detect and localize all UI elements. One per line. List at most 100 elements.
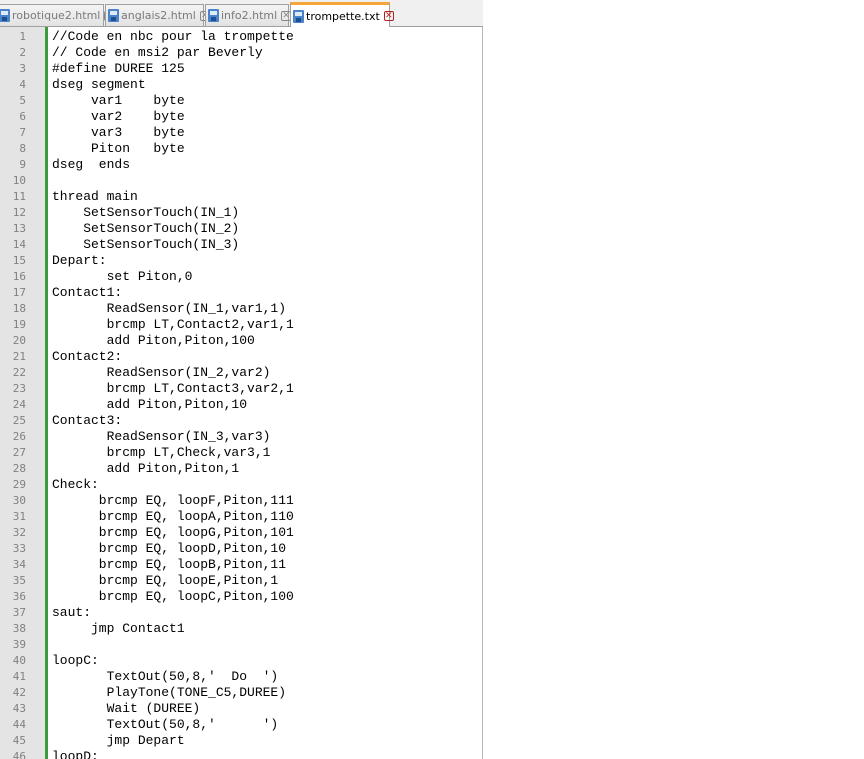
line-number: 27: [12, 446, 26, 459]
code-line[interactable]: Piton byte: [52, 141, 185, 157]
code-line[interactable]: TextOut(50,8,' Do '): [52, 669, 279, 685]
code-line[interactable]: jmp Depart: [52, 733, 185, 749]
tab-label: anglais2.html: [121, 9, 196, 22]
code-line[interactable]: SetSensorTouch(IN_3): [52, 237, 239, 253]
line-number: 8: [19, 142, 26, 155]
line-number: 24: [12, 398, 26, 411]
tab-label: info2.html: [221, 9, 278, 22]
line-number: 20: [12, 334, 26, 347]
line-number: 42: [12, 686, 26, 699]
tab-bar: robotique2.html ✕ anglais2.html ✕ info2.…: [0, 0, 483, 27]
save-file-icon: [293, 9, 304, 23]
code-line[interactable]: add Piton,Piton,10: [52, 397, 247, 413]
line-number: 38: [12, 622, 26, 635]
code-line[interactable]: brcmp EQ, loopA,Piton,110: [52, 509, 294, 525]
code-line[interactable]: SetSensorTouch(IN_1): [52, 205, 239, 221]
line-number: 23: [12, 382, 26, 395]
code-line[interactable]: Contact2:: [52, 349, 122, 365]
code-line[interactable]: #define DUREE 125: [52, 61, 185, 77]
line-number: 32: [12, 526, 26, 539]
tab-info2[interactable]: info2.html ✕: [205, 4, 292, 26]
line-number: 4: [19, 78, 26, 91]
code-line[interactable]: brcmp EQ, loopC,Piton,100: [52, 589, 294, 605]
line-number: 10: [12, 174, 26, 187]
code-line[interactable]: Wait (DUREE): [52, 701, 201, 717]
line-number: 33: [12, 542, 26, 555]
code-line[interactable]: dseg ends: [52, 157, 130, 173]
tab-label: robotique2.html: [12, 9, 101, 22]
line-number: 46: [12, 750, 26, 759]
line-number: 35: [12, 574, 26, 587]
line-number: 1: [19, 30, 26, 43]
line-number: 3: [19, 62, 26, 75]
code-line[interactable]: brcmp LT,Check,var3,1: [52, 445, 271, 461]
code-line[interactable]: ReadSensor(IN_1,var1,1): [52, 301, 286, 317]
line-number: 7: [19, 126, 26, 139]
line-number: 31: [12, 510, 26, 523]
line-number: 17: [12, 286, 26, 299]
code-line[interactable]: SetSensorTouch(IN_2): [52, 221, 239, 237]
line-number: 39: [12, 638, 26, 651]
line-number: 40: [12, 654, 26, 667]
code-line[interactable]: ReadSensor(IN_2,var2): [52, 365, 271, 381]
code-line[interactable]: Depart:: [52, 253, 107, 269]
line-number: 30: [12, 494, 26, 507]
save-file-icon: [108, 9, 119, 22]
line-number: 16: [12, 270, 26, 283]
line-number: 43: [12, 702, 26, 715]
code-line[interactable]: brcmp EQ, loopB,Piton,11: [52, 557, 286, 573]
code-line[interactable]: var1 byte: [52, 93, 185, 109]
line-number: 14: [12, 238, 26, 251]
code-line[interactable]: brcmp EQ, loopD,Piton,10: [52, 541, 286, 557]
line-number: 29: [12, 478, 26, 491]
code-line[interactable]: Check:: [52, 477, 99, 493]
code-line[interactable]: brcmp EQ, loopF,Piton,111: [52, 493, 294, 509]
line-number: 36: [12, 590, 26, 603]
code-line[interactable]: add Piton,Piton,100: [52, 333, 255, 349]
code-line[interactable]: // Code en msi2 par Beverly: [52, 45, 263, 61]
save-file-icon: [208, 9, 219, 22]
tab-trompette[interactable]: trompette.txt ✕: [290, 2, 394, 27]
code-line[interactable]: thread main: [52, 189, 138, 205]
code-line[interactable]: Contact3:: [52, 413, 122, 429]
code-line[interactable]: ReadSensor(IN_3,var3): [52, 429, 271, 445]
code-line[interactable]: brcmp EQ, loopE,Piton,1: [52, 573, 278, 589]
code-line[interactable]: jmp Contact1: [52, 621, 185, 637]
code-line[interactable]: PlayTone(TONE_C5,DUREE): [52, 685, 286, 701]
line-number: 6: [19, 110, 26, 123]
save-file-icon: [0, 9, 10, 22]
line-number: 19: [12, 318, 26, 331]
code-line[interactable]: set Piton,0: [52, 269, 193, 285]
line-number: 37: [12, 606, 26, 619]
code-line[interactable]: loopD:: [52, 749, 99, 759]
line-number: 34: [12, 558, 26, 571]
code-line[interactable]: brcmp EQ, loopG,Piton,101: [52, 525, 294, 541]
tab-robotique2[interactable]: robotique2.html ✕: [0, 4, 115, 26]
code-line[interactable]: saut:: [52, 605, 91, 621]
line-number: 5: [19, 94, 26, 107]
line-number: 21: [12, 350, 26, 363]
code-line[interactable]: dseg segment: [52, 77, 146, 93]
code-line[interactable]: var3 byte: [52, 125, 185, 141]
line-number: 44: [12, 718, 26, 731]
code-line[interactable]: add Piton,Piton,1: [52, 461, 240, 477]
tab-anglais2[interactable]: anglais2.html ✕: [105, 4, 210, 26]
line-number: 28: [12, 462, 26, 475]
line-number: 18: [12, 302, 26, 315]
code-line[interactable]: brcmp LT,Contact3,var2,1: [52, 381, 294, 397]
tab-label: trompette.txt: [306, 9, 380, 23]
line-number: 12: [12, 206, 26, 219]
line-number: 25: [12, 414, 26, 427]
line-number: 9: [19, 158, 26, 171]
close-tab-icon[interactable]: ✕: [383, 11, 394, 21]
code-line[interactable]: var2 byte: [52, 109, 185, 125]
line-number: 2: [19, 46, 26, 59]
code-line[interactable]: Contact1:: [52, 285, 122, 301]
line-number: 45: [12, 734, 26, 747]
code-line[interactable]: brcmp LT,Contact2,var1,1: [52, 317, 294, 333]
code-line[interactable]: TextOut(50,8,' '): [52, 717, 279, 733]
code-line[interactable]: //Code en nbc pour la trompette: [52, 29, 294, 45]
line-number: 41: [12, 670, 26, 683]
line-number: 26: [12, 430, 26, 443]
code-line[interactable]: loopC:: [52, 653, 99, 669]
